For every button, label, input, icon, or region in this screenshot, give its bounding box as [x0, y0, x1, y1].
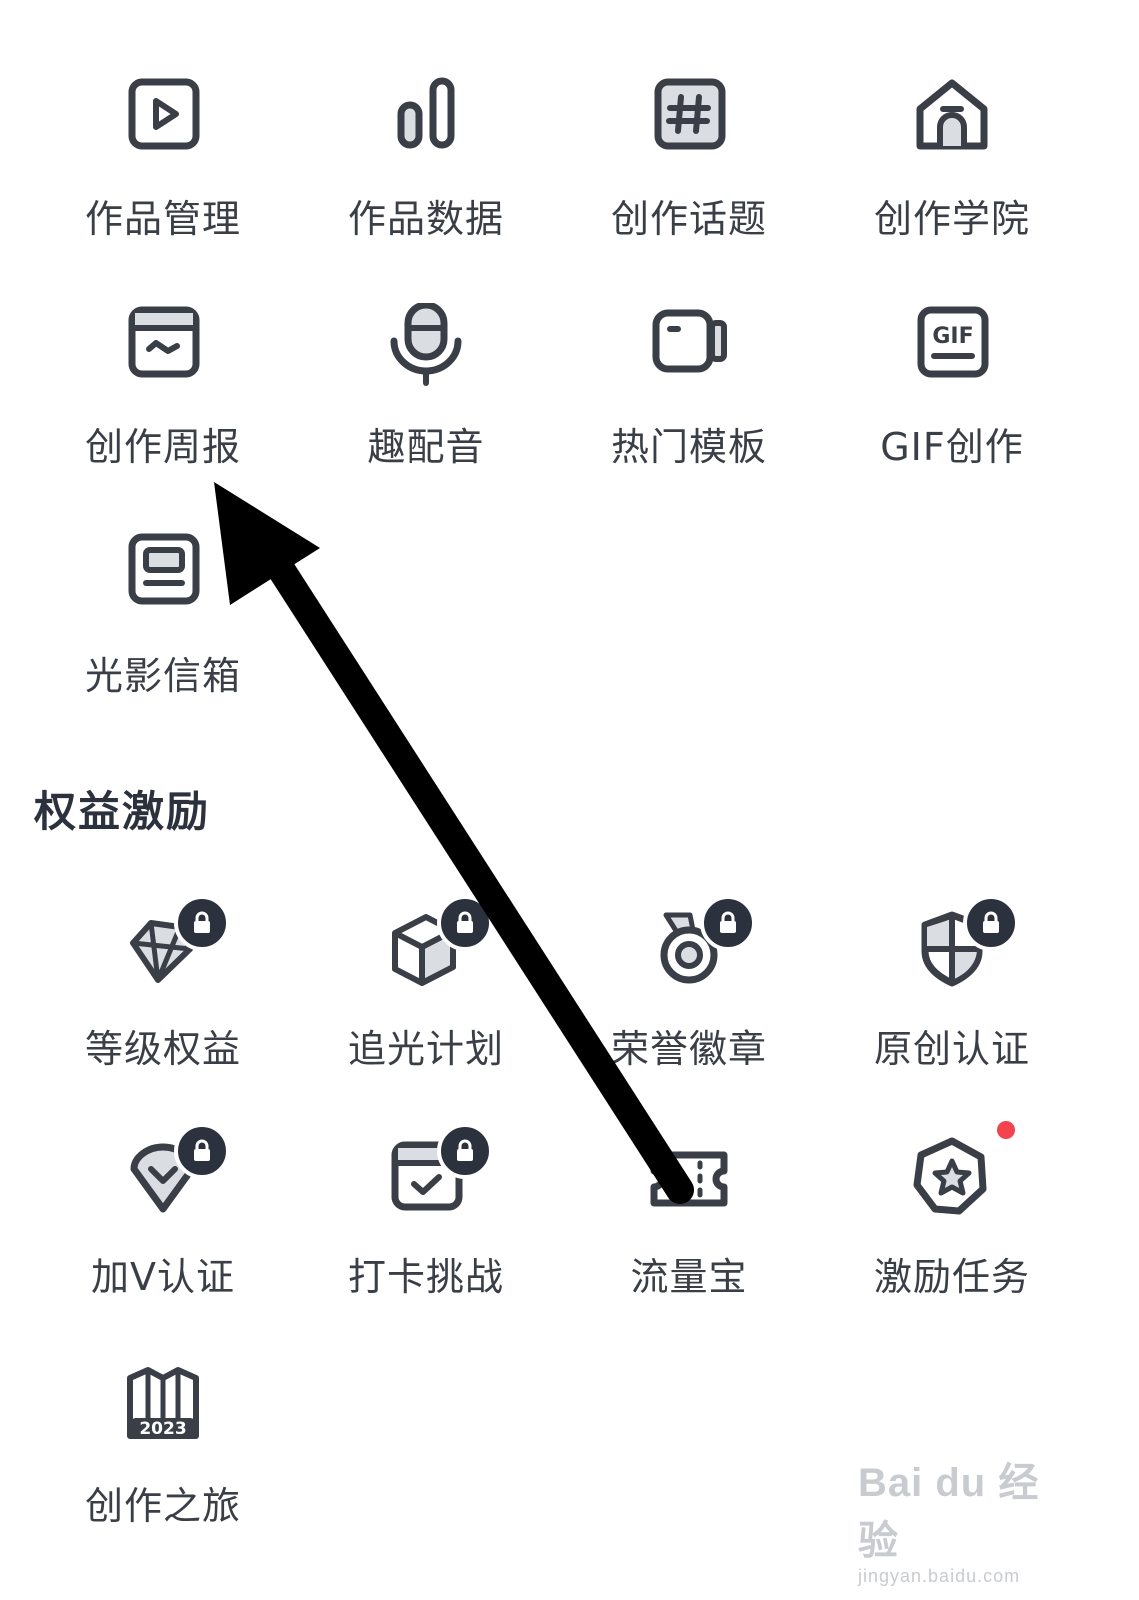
tool-item-gif[interactable]: GIF GIF创作	[822, 303, 1082, 513]
cube-icon	[381, 895, 493, 995]
rights-item-original[interactable]: 原创认证	[822, 895, 1082, 1115]
tool-item-academy[interactable]: 创作学院	[822, 75, 1082, 285]
v-badge-icon	[118, 1123, 230, 1223]
rights-item-journey[interactable]: 2023 创作之旅	[33, 1362, 293, 1572]
tool-label: 作品管理	[84, 197, 241, 241]
tool-label: 趣配音	[367, 425, 485, 469]
ticket-icon	[644, 1133, 734, 1223]
svg-text:GIF: GIF	[932, 324, 973, 349]
play-video-icon	[118, 75, 208, 165]
rights-label: 加V认证	[91, 1255, 235, 1299]
mailbox-monitor-icon	[118, 532, 208, 622]
bar-chart-icon	[381, 75, 471, 165]
lock-icon	[437, 1123, 493, 1179]
diamond-icon	[118, 895, 230, 995]
academy-house-icon	[907, 75, 997, 165]
tool-label: 作品数据	[347, 197, 504, 241]
medal-icon	[644, 895, 756, 995]
watermark-brand: Bai du 经验	[858, 1461, 1040, 1563]
tool-item-works-manage[interactable]: 作品管理	[33, 75, 293, 285]
tool-label: 热门模板	[610, 425, 767, 469]
rights-item-chase-light[interactable]: 追光计划	[296, 895, 556, 1115]
tool-label: 光影信箱	[84, 654, 241, 698]
rights-item-checkin[interactable]: 打卡挑战	[296, 1123, 556, 1343]
gif-icon: GIF	[907, 303, 997, 393]
rights-label: 荣誉徽章	[610, 1027, 767, 1071]
tool-item-topics[interactable]: 创作话题	[559, 75, 819, 285]
microphone-icon	[381, 303, 471, 393]
rights-label: 等级权益	[84, 1027, 241, 1071]
hashtag-icon	[644, 75, 734, 165]
rights-item-honor-badge[interactable]: 荣誉徽章	[559, 895, 819, 1115]
rights-item-traffic[interactable]: 流量宝	[559, 1133, 819, 1343]
rights-label: 原创认证	[873, 1027, 1030, 1071]
rights-item-v-verify[interactable]: 加V认证	[33, 1123, 293, 1343]
rights-label: 流量宝	[630, 1255, 748, 1299]
weekly-report-icon	[118, 303, 208, 393]
tool-item-works-data[interactable]: 作品数据	[296, 75, 556, 285]
watermark-url: jingyan.baidu.com	[858, 1566, 1021, 1586]
lock-icon	[963, 895, 1019, 951]
tool-label: 创作学院	[873, 197, 1030, 241]
shield-icon	[907, 895, 1019, 995]
rights-label: 创作之旅	[84, 1484, 241, 1528]
video-template-icon	[644, 303, 734, 393]
rights-label: 追光计划	[347, 1027, 504, 1071]
calendar-check-icon	[381, 1123, 493, 1223]
tool-label: 创作话题	[610, 197, 767, 241]
tool-item-weekly-report[interactable]: 创作周报	[33, 303, 293, 513]
rights-item-level[interactable]: 等级权益	[33, 895, 293, 1115]
lock-icon	[437, 895, 493, 951]
tool-label: GIF创作	[880, 425, 1024, 469]
year-label: 2023	[139, 1419, 186, 1439]
lock-icon	[700, 895, 756, 951]
section-title-rights: 权益激励	[34, 787, 211, 836]
rights-label: 打卡挑战	[347, 1255, 504, 1299]
tool-item-mailbox[interactable]: 光影信箱	[33, 532, 293, 742]
tool-label: 创作周报	[84, 425, 241, 469]
tool-item-hot-templates[interactable]: 热门模板	[559, 303, 819, 513]
map-2023-icon: 2023	[118, 1362, 208, 1452]
baidu-watermark: Bai du 经验 jingyan.baidu.com	[858, 1450, 1078, 1587]
notification-dot	[997, 1121, 1015, 1139]
lock-icon	[174, 1123, 230, 1179]
rights-label: 激励任务	[873, 1255, 1030, 1299]
tool-item-dubbing[interactable]: 趣配音	[296, 303, 556, 513]
lock-icon	[174, 895, 230, 951]
star-badge-icon	[907, 1121, 1015, 1223]
rights-item-tasks[interactable]: 激励任务	[822, 1121, 1082, 1343]
